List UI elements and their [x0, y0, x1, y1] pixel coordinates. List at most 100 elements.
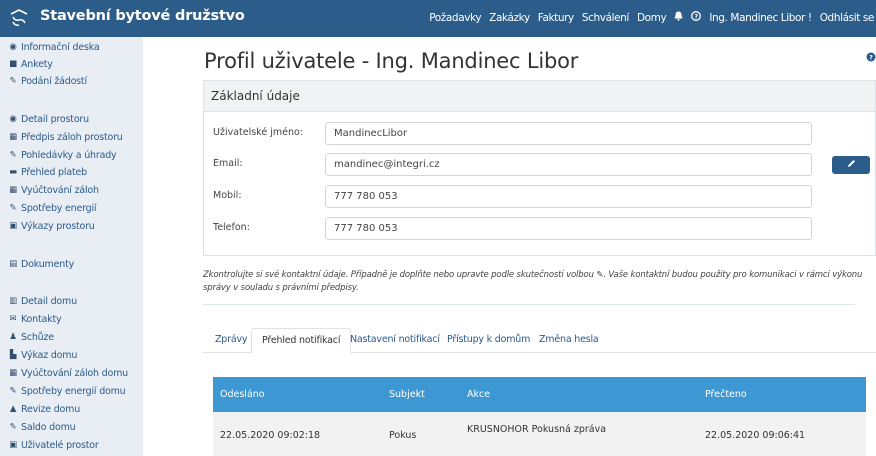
sidebar-item-uzivatele-prostor[interactable]: ▣ Uživatelé prostor: [8, 438, 99, 452]
top-nav: Požadavky Zakázky Faktury Schválení Domy…: [421, 11, 874, 24]
file-icon: ▤: [9, 259, 17, 269]
sidebar-item-predpis-zaloh[interactable]: ▦ Předpis záloh prostoru: [8, 130, 123, 144]
sidebar-item-label: Vyúčtování záloh: [21, 184, 99, 196]
calculator-icon: ▦: [9, 185, 17, 195]
sidebar-item-label: Spotřeby energií: [21, 202, 97, 214]
cell-precteno: 22.05.2020 09:06:41: [705, 430, 806, 441]
sidebar: ◉ Informační deska ■ Ankety ✎ Podání žádost…: [0, 37, 143, 456]
question-circle-icon[interactable]: ?: [691, 11, 702, 24]
bell-icon: ▲: [9, 404, 17, 414]
pencil-icon: [847, 160, 855, 167]
column-header-akce[interactable]: Akce: [467, 377, 490, 412]
logout-link[interactable]: Odhlásit se: [820, 12, 875, 24]
sidebar-item-label: Schůze: [21, 331, 54, 343]
nav-domy[interactable]: Domy: [637, 12, 667, 24]
sidebar-item-label: Kontakty: [21, 313, 62, 325]
sidebar-item-label: Uživatelé prostor: [21, 439, 99, 451]
eye-icon: ◉: [9, 114, 17, 124]
sidebar-item-detail-prostoru[interactable]: ◉ Detail prostoru: [8, 112, 89, 126]
phone-field[interactable]: 777 780 053: [325, 217, 812, 240]
bell-icon[interactable]: [674, 11, 683, 24]
column-header-odeslano[interactable]: Odesláno: [220, 377, 265, 412]
phone-label: Telefon:: [213, 222, 250, 233]
email-label: Email:: [213, 158, 243, 169]
tab-pristupy-k-domum[interactable]: Přístupy k domům: [447, 328, 530, 353]
video-icon: ▣: [9, 221, 17, 231]
sidebar-item-schuze[interactable]: ♟ Schůze: [8, 330, 54, 344]
id-card-icon: ▣: [9, 440, 17, 450]
sidebar-item-vyuctovani-zaloh-domu[interactable]: ▦ Vyúčtování záloh domu: [8, 366, 128, 380]
sidebar-item-vykazy-prostoru[interactable]: ▣ Výkazy prostoru: [8, 219, 95, 233]
sidebar-item-label: Výkaz domu: [21, 349, 78, 361]
tab-nastaveni-notifikaci[interactable]: Nastavení notifikací: [350, 328, 440, 353]
table-row[interactable]: 22.05.2020 09:02:18 Pokus KRUSNOHOR Poku…: [213, 412, 866, 456]
sidebar-item-label: Ankety: [21, 58, 53, 70]
tab-zpravy[interactable]: Zprávy: [215, 328, 248, 353]
page-title: Profil uživatele - Ing. Mandinec Libor: [204, 49, 579, 73]
sidebar-item-detail-domu[interactable]: ▥ Detail domu: [8, 294, 77, 308]
sidebar-item-ankety[interactable]: ■ Ankety: [8, 57, 53, 71]
sidebar-item-label: Pohledávky a úhrady: [21, 149, 117, 161]
sidebar-item-saldo-domu[interactable]: ✎ Saldo domu: [8, 420, 76, 434]
card-title: Základní údaje: [204, 81, 875, 112]
wrench-icon: ✎: [9, 386, 17, 396]
nav-zakazky[interactable]: Zakázky: [489, 12, 530, 24]
sidebar-item-spotreby-energii[interactable]: ✎ Spotřeby energií: [8, 201, 97, 215]
tab-prehled-notifikaci[interactable]: Přehled notifikací: [251, 328, 352, 353]
building-icon: ▥: [9, 296, 17, 306]
sidebar-item-spotreby-energii-domu[interactable]: ✎ Spotřeby energií domu: [8, 384, 126, 398]
column-header-subjekt[interactable]: Subjekt: [389, 377, 425, 412]
sidebar-item-label: Přehled plateb: [21, 166, 87, 178]
nav-faktury[interactable]: Faktury: [538, 12, 574, 24]
nav-pozadavky[interactable]: Požadavky: [429, 12, 481, 24]
mobile-field[interactable]: 777 780 053: [325, 185, 812, 208]
sidebar-item-label: Detail prostoru: [21, 113, 89, 125]
chart-icon: ▙: [9, 350, 17, 360]
sidebar-item-label: Výkazy prostoru: [21, 220, 95, 232]
divider: [203, 304, 855, 305]
person-icon: ♟: [9, 332, 17, 342]
sidebar-item-label: Detail domu: [21, 295, 77, 307]
help-icon[interactable]: ?: [866, 52, 876, 65]
poll-icon: ■: [9, 59, 17, 69]
sidebar-item-label: Vyúčtování záloh domu: [21, 367, 128, 379]
sidebar-item-label: Dokumenty: [21, 258, 75, 270]
sidebar-item-vykaz-domu[interactable]: ▙ Výkaz domu: [8, 348, 78, 362]
sidebar-item-podani-zadosti[interactable]: ✎ Podání žádostí: [8, 74, 88, 88]
logo-icon: [10, 9, 28, 26]
sidebar-item-dokumenty[interactable]: ▤ Dokumenty: [8, 257, 74, 271]
column-header-precteno[interactable]: Přečteno: [705, 377, 747, 412]
cell-subjekt: Pokus: [389, 430, 417, 441]
rss-icon: ◉: [9, 42, 17, 52]
edit-icon: ✎: [9, 150, 17, 160]
email-field[interactable]: mandinec@integri.cz: [325, 153, 812, 176]
username-field[interactable]: MandinecLibor: [325, 122, 812, 145]
wrench-icon: ✎: [9, 76, 17, 86]
cell-odeslano: 22.05.2020 09:02:18: [220, 430, 321, 441]
basic-info-card: Základní údaje Uživatelské jméno: Mandin…: [203, 80, 876, 256]
wrench-icon: ✎: [9, 203, 17, 213]
top-bar: Stavební bytové družstvo Požadavky Zakáz…: [0, 0, 876, 37]
sidebar-item-informacni-deska[interactable]: ◉ Informační deska: [8, 40, 99, 54]
card-icon: ▬: [9, 167, 17, 177]
user-name[interactable]: Ing. Mandinec Libor !: [709, 12, 812, 24]
notifications-table: Odesláno Subjekt Akce Přečteno 22.05.202…: [213, 377, 866, 456]
table-header: Odesláno Subjekt Akce Přečteno: [213, 377, 866, 412]
sidebar-item-kontakty[interactable]: ✉ Kontakty: [8, 312, 62, 326]
sidebar-item-label: Předpis záloh prostoru: [21, 131, 123, 143]
edit-contact-button[interactable]: [832, 156, 870, 174]
mobile-label: Mobil:: [213, 190, 242, 201]
sidebar-item-vyuctovani-zaloh[interactable]: ▦ Vyúčtování záloh: [8, 183, 99, 197]
edit-icon: ✎: [9, 422, 17, 432]
nav-schvaleni[interactable]: Schválení: [582, 12, 629, 24]
sidebar-item-revize-domu[interactable]: ▲ Revize domu: [8, 402, 80, 416]
sidebar-item-pohledavky[interactable]: ✎ Pohledávky a úhrady: [8, 148, 117, 162]
sidebar-item-label: Saldo domu: [21, 421, 76, 433]
contact-note: Zkontrolujte si své kontaktní údaje. Pří…: [203, 270, 863, 293]
sidebar-item-label: Informační deska: [21, 41, 100, 53]
envelope-icon: ✉: [9, 314, 17, 324]
sidebar-item-label: Revize domu: [21, 403, 81, 415]
sidebar-item-prehled-plateb[interactable]: ▬ Přehled plateb: [8, 165, 87, 179]
brand-title[interactable]: Stavební bytové družstvo: [40, 8, 245, 24]
tab-zmena-hesla[interactable]: Změna hesla: [539, 328, 599, 353]
